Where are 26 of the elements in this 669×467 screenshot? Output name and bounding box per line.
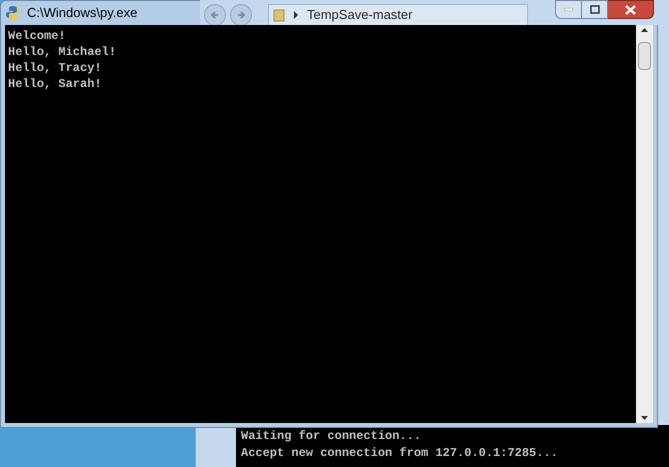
- console-line: Welcome!: [8, 28, 67, 44]
- maximize-icon: [590, 5, 600, 14]
- maximize-button[interactable]: [582, 0, 608, 19]
- console-line: Accept new connection from 127.0.0.1:7285...: [241, 445, 559, 462]
- up-arrow-icon[interactable]: [641, 28, 648, 32]
- python-logo-icon: [5, 5, 21, 21]
- window-title: C:\Windows\py.exe: [27, 4, 138, 22]
- breadcrumb[interactable]: TempSave-master: [307, 5, 412, 25]
- forward-button[interactable]: [230, 4, 252, 26]
- scrollbar[interactable]: [636, 25, 653, 423]
- console-line: Hello, Tracy!: [8, 60, 103, 76]
- back-button[interactable]: [204, 4, 226, 26]
- scroll-thumb[interactable]: [638, 42, 651, 70]
- close-icon: [625, 4, 636, 14]
- console-line: Hello, Michael!: [8, 44, 118, 60]
- close-button[interactable]: [608, 0, 654, 19]
- minimize-button[interactable]: [555, 0, 582, 19]
- left-arrow-icon: [210, 10, 220, 20]
- folder-icon: [273, 8, 285, 22]
- console-line: Waiting for connection...: [241, 428, 422, 445]
- console-line: Hello, Sarah!: [8, 76, 103, 92]
- caret-icon: [293, 11, 299, 19]
- minimize-icon: [564, 8, 573, 11]
- address-bar[interactable]: TempSave-master: [268, 4, 528, 26]
- right-arrow-icon: [236, 10, 246, 20]
- down-arrow-icon[interactable]: [641, 416, 648, 420]
